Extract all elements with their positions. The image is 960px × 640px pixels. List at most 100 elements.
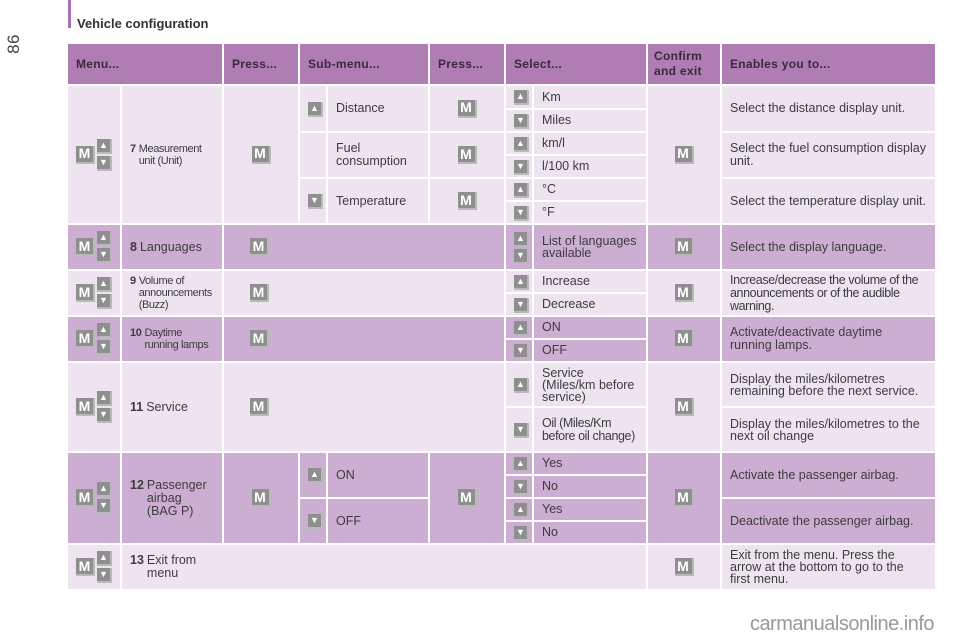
m-key-icon: M <box>457 146 477 164</box>
option-km: Km <box>534 86 646 108</box>
down-arrow-icon: ▼ <box>514 525 529 541</box>
menu-item-passenger-airbag: 12 Passenger airbag (BAG P) <box>122 453 222 543</box>
m-key-icon: M <box>674 558 694 576</box>
table-row: M ▲ ▼ 11 Service M ▲ Service (Miles/km befo… <box>68 363 935 451</box>
up-arrow-icon: ▲ <box>97 231 112 246</box>
section-title: Vehicle configuration <box>77 16 209 31</box>
up-arrow-icon: ▲ <box>97 138 112 154</box>
option-oil: Oil (Miles/Km before oil change) <box>534 408 646 451</box>
option-l-per-100km: l/100 km <box>534 156 646 177</box>
down-arrow-icon: ▼ <box>514 297 529 313</box>
up-arrow-icon: ▲ <box>514 231 529 247</box>
enables-temperature: Select the temperature display unit. <box>722 179 935 223</box>
down-arrow-icon: ▼ <box>308 514 323 529</box>
up-arrow-icon: ▲ <box>514 502 529 518</box>
option-on: ON <box>534 317 646 338</box>
m-key-icon: M <box>251 489 271 507</box>
m-key-icon: M <box>250 284 269 302</box>
header-submenu: Sub-menu... <box>300 44 428 84</box>
m-key-icon: M <box>76 330 95 348</box>
menu-item-languages: 8 Languages <box>122 225 222 269</box>
option-celsius: °C <box>534 179 646 200</box>
up-arrow-icon: ▲ <box>97 323 112 338</box>
m-key-icon: M <box>76 284 95 302</box>
table-row: M ▲ ▼ 8 Languages M ▲ ▼ List of languages av… <box>68 225 935 269</box>
menu-item-exit: 13 Exit from menu <box>122 545 646 589</box>
section-accent-bar <box>68 0 71 28</box>
table-header-row: Menu... Press... Sub-menu... Press... Se… <box>68 44 935 84</box>
enables-fuel: Select the fuel consumption display unit… <box>722 133 935 177</box>
option-yes: Yes <box>534 499 646 520</box>
submenu-temperature: Temperature <box>328 179 428 223</box>
table-row: M ▲ ▼ 12 Passenger airbag (BAG P) M ▲ ON M … <box>68 453 935 543</box>
down-arrow-icon: ▼ <box>97 155 112 171</box>
enables-airbag-off: Deactivate the passenger airbag. <box>722 499 935 543</box>
up-arrow-icon: ▲ <box>514 377 529 393</box>
submenu-fuel-consumption: Fuel consumption <box>328 133 428 177</box>
menu-item-volume: 9 Volume of announcements (Buzz) <box>122 271 222 315</box>
down-arrow-icon: ▼ <box>97 248 112 263</box>
enables-distance: Select the distance display unit. <box>722 86 935 131</box>
option-yes: Yes <box>534 453 646 474</box>
menu-item-service: 11 Service <box>122 363 222 451</box>
option-decrease: Decrease <box>534 294 646 315</box>
option-no: No <box>534 476 646 497</box>
up-arrow-icon: ▲ <box>97 482 112 497</box>
up-arrow-icon: ▲ <box>514 90 529 105</box>
enables-volume: Increase/decrease the volume of the anno… <box>722 271 935 315</box>
up-arrow-icon: ▲ <box>308 101 323 117</box>
down-arrow-icon: ▼ <box>514 422 529 438</box>
enables-service: Display the miles/kilometres remaining b… <box>722 363 935 406</box>
down-arrow-icon: ▼ <box>97 408 112 423</box>
enables-exit: Exit from the menu. Press the arrow at t… <box>722 545 935 589</box>
m-key-icon: M <box>674 330 694 348</box>
header-confirm: Confirm and exit <box>648 44 720 84</box>
m-key-icon: M <box>250 238 269 256</box>
m-key-icon: M <box>457 489 477 507</box>
enables-daytime-lamps: Activate/deactivate daytime running lamp… <box>722 317 935 361</box>
option-no: No <box>534 522 646 543</box>
m-key-icon: M <box>76 489 95 507</box>
option-increase: Increase <box>534 271 646 292</box>
m-key-icon: M <box>76 398 95 416</box>
m-key-icon: M <box>674 489 694 507</box>
table-row: M ▲ ▼ 10 Daytime running lamps M ▲ ON M Act… <box>68 317 935 361</box>
down-arrow-icon: ▼ <box>514 159 529 175</box>
option-km-per-l: km/l <box>534 133 646 154</box>
down-arrow-icon: ▼ <box>514 248 529 264</box>
down-arrow-icon: ▼ <box>514 113 529 129</box>
m-key-icon: M <box>251 145 271 164</box>
submenu-airbag-on: ON <box>328 453 428 497</box>
m-key-icon: M <box>457 192 477 210</box>
m-key-icon: M <box>674 398 694 416</box>
press-cell: M <box>224 86 298 223</box>
header-menu: Menu... <box>68 44 222 84</box>
submenu-distance: Distance <box>328 86 428 131</box>
menu-item-daytime-lamps: 10 Daytime running lamps <box>122 317 222 361</box>
up-arrow-icon: ▲ <box>514 136 529 152</box>
up-arrow-icon: ▲ <box>514 182 529 198</box>
menu-configuration-table: Menu... Press... Sub-menu... Press... Se… <box>66 42 937 591</box>
header-press: Press... <box>224 44 298 84</box>
option-fahrenheit: °F <box>534 202 646 223</box>
m-key-icon: M <box>674 145 694 164</box>
confirm-cell: M <box>648 86 720 223</box>
option-off: OFF <box>534 340 646 361</box>
option-miles: Miles <box>534 110 646 131</box>
down-arrow-icon: ▼ <box>97 294 112 309</box>
menu-item-measurement-unit: 7 Measurement unit (Unit) <box>122 86 222 223</box>
up-arrow-icon: ▲ <box>514 274 529 290</box>
down-arrow-icon: ▼ <box>97 499 112 514</box>
up-arrow-icon: ▲ <box>97 551 112 566</box>
down-arrow-icon: ▼ <box>514 205 529 221</box>
m-key-icon: M <box>76 558 95 576</box>
header-press-2: Press... <box>430 44 504 84</box>
m-key-icon: M <box>457 99 477 118</box>
watermark: carmanualsonline.info <box>749 613 935 635</box>
option-service: Service (Miles/km before service) <box>534 363 646 406</box>
up-arrow-icon: ▲ <box>97 277 112 292</box>
down-arrow-icon: ▼ <box>308 194 323 209</box>
header-select: Select... <box>506 44 646 84</box>
option-list-of-languages: List of languages available <box>534 225 646 269</box>
down-arrow-icon: ▼ <box>514 479 529 495</box>
